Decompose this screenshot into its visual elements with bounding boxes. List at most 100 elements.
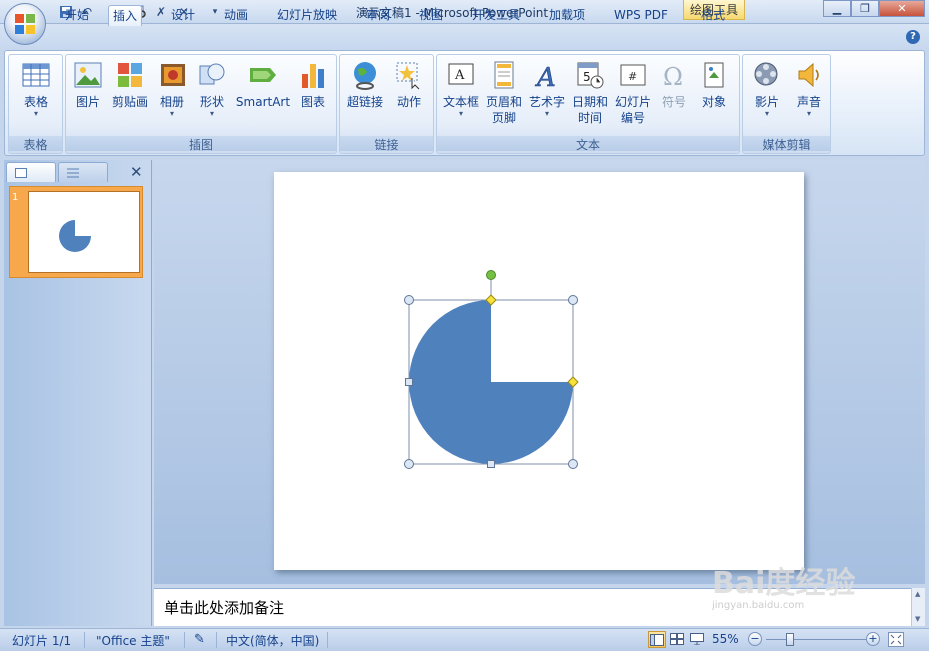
pie-shape[interactable]	[409, 300, 573, 464]
textbox-icon: A	[448, 63, 474, 85]
header-footer-button[interactable]: 页眉和 页脚	[484, 60, 524, 126]
textbox-label: 文本框	[442, 95, 479, 109]
status-separator	[84, 632, 85, 648]
resize-handle-nw[interactable]	[404, 295, 414, 305]
omega-icon: Ω	[663, 63, 683, 90]
close-panel-icon[interactable]: ✕	[130, 163, 143, 181]
slide-thumbnail-preview	[28, 191, 140, 273]
chart-icon	[302, 64, 324, 88]
group-text: A 文本框 ▾ 页眉和 页脚 A 艺术字 ▾ 5 日期和 时间 # 幻灯片 编号…	[436, 54, 740, 154]
movie-button[interactable]: 影片 ▾	[747, 60, 787, 118]
textbox-button[interactable]: A 文本框 ▾	[441, 60, 481, 118]
smartart-label: SmartArt	[235, 95, 291, 109]
header-footer-label-2: 页脚	[491, 111, 516, 125]
shapes-button[interactable]: 形状 ▾	[194, 60, 230, 118]
photo-album-icon	[161, 64, 185, 86]
datetime-button[interactable]: 5 日期和 时间	[570, 60, 610, 126]
clipart-label: 剪贴画	[111, 95, 148, 109]
smartart-button[interactable]: SmartArt	[235, 60, 291, 110]
tab-home[interactable]: 开始	[61, 5, 93, 26]
theme-name: "Office 主题"	[96, 634, 170, 648]
resize-handle-ne[interactable]	[568, 295, 578, 305]
pie-shape-thumbnail	[59, 220, 91, 252]
wordart-button[interactable]: A 艺术字 ▾	[527, 60, 567, 118]
slides-tab-icon	[15, 168, 27, 178]
dropdown-arrow-icon: ▾	[458, 109, 463, 118]
tab-view[interactable]: 视图	[415, 5, 447, 26]
resize-handle-se[interactable]	[568, 459, 578, 469]
hyperlink-button[interactable]: 超链接	[344, 60, 386, 110]
picture-button[interactable]: 图片	[70, 60, 106, 110]
group-label-illustrations: 插图	[66, 136, 336, 152]
svg-text:A: A	[454, 68, 465, 83]
zoom-level[interactable]: 55%	[712, 632, 739, 646]
group-label-links: 链接	[340, 136, 433, 152]
header-footer-icon	[494, 61, 514, 89]
slideshow-view-icon[interactable]	[688, 631, 706, 648]
clipart-button[interactable]: 剪贴画	[110, 60, 150, 110]
scroll-down-icon[interactable]: ▼	[915, 615, 920, 623]
action-label: 动作	[396, 95, 421, 109]
notes-scrollbar[interactable]: ▲ ▼	[911, 588, 925, 626]
action-button[interactable]: 动作	[390, 60, 428, 110]
tab-developer[interactable]: 开发工具	[468, 5, 524, 26]
tab-wps-pdf[interactable]: WPS PDF	[610, 5, 672, 26]
action-star-icon	[396, 62, 420, 90]
status-separator	[184, 632, 185, 648]
restore-icon[interactable]: ❐	[851, 0, 879, 17]
resize-handle-sw[interactable]	[404, 459, 414, 469]
chart-label: 图表	[300, 95, 325, 109]
symbol-button[interactable]: Ω 符号	[656, 60, 692, 110]
tab-outline[interactable]	[58, 162, 108, 182]
header-footer-label-1: 页眉和	[485, 95, 522, 109]
dropdown-arrow-icon: ▾	[209, 109, 214, 118]
globe-link-icon	[354, 62, 376, 90]
dropdown-arrow-icon: ▾	[33, 109, 38, 118]
tab-slides[interactable]	[6, 162, 56, 182]
normal-view-icon[interactable]	[648, 631, 666, 648]
scroll-up-icon[interactable]: ▲	[915, 590, 920, 598]
dropdown-arrow-icon: ▾	[764, 109, 769, 118]
object-button[interactable]: 对象	[695, 60, 733, 110]
dropdown-arrow-icon: ▾	[169, 109, 174, 118]
status-bar: 幻灯片 1/1 "Office 主题" ✎ 中文(简体，中国) 55% − +	[0, 628, 929, 651]
notes-placeholder: 单击此处添加备注	[164, 599, 285, 617]
tab-slideshow[interactable]: 幻灯片放映	[273, 5, 341, 26]
tab-animation[interactable]: 动画	[220, 5, 252, 26]
slide-number-icon: #	[620, 64, 646, 86]
language-indicator: 中文(简体，中国)	[226, 634, 320, 648]
minimize-icon[interactable]: ▁	[823, 0, 851, 17]
help-icon[interactable]: ?	[906, 30, 920, 44]
tab-insert[interactable]: 插入	[108, 5, 143, 26]
spellcheck-icon[interactable]: ✎	[194, 632, 205, 647]
fit-window-icon[interactable]	[888, 632, 904, 647]
album-button[interactable]: 相册 ▾	[154, 60, 190, 118]
resize-handle-s[interactable]	[487, 460, 495, 468]
zoom-slider-track[interactable]	[766, 639, 866, 640]
sound-button[interactable]: 声音 ▾	[789, 60, 829, 118]
slide-shapes	[404, 270, 579, 469]
table-label: 表格	[23, 95, 48, 109]
object-label: 对象	[701, 95, 726, 109]
slide-sorter-icon[interactable]	[668, 631, 686, 648]
calendar-clock-icon: 5	[577, 62, 604, 89]
zoom-slider-thumb[interactable]	[786, 633, 794, 646]
chart-button[interactable]: 图表	[295, 60, 331, 110]
tab-review[interactable]: 审阅	[362, 5, 394, 26]
zoom-out-button[interactable]: −	[748, 632, 762, 646]
resize-handle-w[interactable]	[405, 378, 413, 386]
zoom-in-button[interactable]: +	[866, 632, 880, 646]
slide-number-button[interactable]: # 幻灯片 编号	[613, 60, 653, 126]
tab-addins[interactable]: 加载项	[545, 5, 589, 26]
table-button[interactable]: 表格 ▾	[15, 60, 57, 118]
datetime-label-2: 时间	[577, 111, 602, 125]
tab-design[interactable]: 设计	[167, 5, 199, 26]
tab-format[interactable]: 格式	[697, 5, 729, 26]
table-icon	[22, 63, 50, 87]
slide-number-label-1: 幻灯片	[614, 95, 651, 109]
picture-label: 图片	[75, 95, 100, 109]
svg-text:A: A	[535, 63, 556, 90]
rotation-handle[interactable]	[486, 270, 496, 280]
office-button[interactable]	[4, 3, 46, 45]
close-icon[interactable]: ✕	[879, 0, 925, 17]
